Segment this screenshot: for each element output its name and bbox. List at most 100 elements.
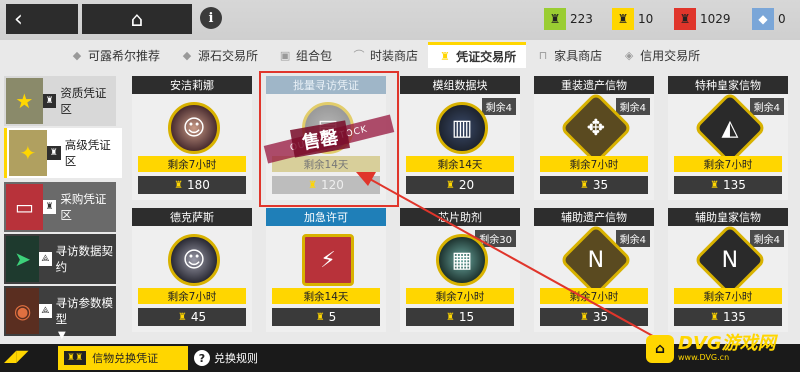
credit-icon: ♜ xyxy=(544,8,566,30)
currency-prime[interactable]: ◆ 0 xyxy=(752,6,786,32)
voucher-exchange-button[interactable]: ♜♜ 信物兑换凭证 xyxy=(58,346,188,370)
sidebar-item-qualified[interactable]: ★ ♜ 资质凭证区 xyxy=(4,76,116,126)
sidebar-item-purchase[interactable]: ▭ ♜ 采购凭证区 xyxy=(4,182,116,232)
stock-badge: 剩余4 xyxy=(481,98,516,115)
tab-bundle[interactable]: ▣ 组合包 xyxy=(268,42,342,68)
stock-badge: 剩余4 xyxy=(615,98,650,115)
package-icon: ▣ xyxy=(279,48,291,62)
voucher-icon: ♜ xyxy=(710,311,720,323)
prime-icon: ◆ xyxy=(752,8,774,30)
shop-card[interactable]: 加急许可 ⚡ 剩余14天 ♜ 5 xyxy=(266,208,386,332)
voucher-icon: ♜ xyxy=(579,179,589,191)
price-value: 35 xyxy=(592,178,609,192)
rules-button[interactable]: ? 兑换规则 xyxy=(194,347,258,369)
card-title: 安洁莉娜 xyxy=(132,76,252,94)
price: ♜ 180 xyxy=(138,176,246,194)
voucher-icon: ♜ xyxy=(579,311,589,323)
certificate-icon: ♜ xyxy=(46,146,61,160)
price-value: 20 xyxy=(458,178,475,192)
card-icon: ▭ xyxy=(6,184,43,230)
decoration-icon: ◢◤ xyxy=(4,346,29,365)
price-value: 180 xyxy=(187,178,210,192)
currency-gold[interactable]: ♜ 1029 xyxy=(674,6,731,32)
contract-icon: ⟁ xyxy=(39,252,52,266)
card-title: 重装遗产信物 xyxy=(534,76,654,94)
tab-label: 源石交易所 xyxy=(198,48,259,63)
price: ♜ 15 xyxy=(406,308,514,326)
card-title: 加急许可 xyxy=(266,208,386,226)
time-remaining: 剩余14天 xyxy=(272,288,380,304)
voucher-icon: ♜ xyxy=(445,311,455,323)
back-button[interactable]: ‹ xyxy=(6,4,78,34)
tab-label: 信用交易所 xyxy=(640,48,701,63)
sidebar-item-param-model[interactable]: ◉ ⟁ 寻访参数模型 xyxy=(4,286,116,336)
tab-outfit[interactable]: ⌒ 时装商店 xyxy=(342,42,428,68)
home-button[interactable]: ⌂ xyxy=(82,4,192,34)
gold-icon: ♜ xyxy=(674,8,696,30)
sidebar-item-label: 采购凭证区 xyxy=(60,192,107,222)
card-title: 芯片助剂 xyxy=(400,208,520,226)
model-icon: ◉ xyxy=(6,288,40,334)
shop-card[interactable]: 特种皇家信物 剩余4 ◭ 剩余7小时 ♜ 135 xyxy=(668,76,788,200)
shop-tabs: ◆ 可露希尔推荐 ◆ 源石交易所 ▣ 组合包 ⌒ 时装商店 ♜ 凭证交易所 ⊓ 家具商店 ◈… xyxy=(60,42,800,68)
sidebar-item-data-contract[interactable]: ➤ ⟁ 寻访数据契约 xyxy=(4,234,116,284)
watermark-text: DVG游戏网 xyxy=(678,333,776,354)
card-title: 辅助遗产信物 xyxy=(534,208,654,226)
tab-credit[interactable]: ◈ 信用交易所 xyxy=(612,42,710,68)
tab-certificate[interactable]: ♜ 凭证交易所 xyxy=(428,42,527,68)
price-value: 45 xyxy=(190,310,207,324)
card-title: 特种皇家信物 xyxy=(668,76,788,94)
time-remaining: 剩余7小时 xyxy=(674,156,782,172)
scroll-down-icon[interactable]: ▼ xyxy=(58,330,66,341)
time-remaining: 剩余7小时 xyxy=(138,156,246,172)
currency-value: 0 xyxy=(778,12,786,26)
watermark: ⌂ DVG游戏网 www.DVG.cn xyxy=(646,332,796,366)
shop-card[interactable]: 辅助皇家信物 剩余4 N 剩余7小时 ♜ 135 xyxy=(668,208,788,332)
sidebar-item-label: 资质凭证区 xyxy=(60,86,107,116)
expedite-icon: ⚡ xyxy=(302,234,354,286)
sidebar-item-advanced[interactable]: ✦ ♜ 高级凭证区 xyxy=(4,128,122,178)
currency-value: 10 xyxy=(638,12,654,26)
tab-furniture[interactable]: ⊓ 家具商店 xyxy=(526,42,612,68)
shop-card[interactable]: 模组数据块 剩余4 ▥ 剩余14天 ♜ 20 xyxy=(400,76,520,200)
tab-recommend[interactable]: ◆ 可露希尔推荐 xyxy=(60,42,170,68)
card-title: 德克萨斯 xyxy=(132,208,252,226)
voucher-icon: ♜ xyxy=(177,311,187,323)
time-remaining: 剩余14天 xyxy=(406,156,514,172)
shop-card[interactable]: 安洁莉娜 ☺ 剩余7小时 ♜ 180 xyxy=(132,76,252,200)
tab-originium[interactable]: ◆ 源石交易所 xyxy=(170,42,268,68)
sidebar-item-label: 寻访数据契约 xyxy=(55,244,114,274)
currency-credit[interactable]: ♜ 223 xyxy=(544,6,593,32)
certificate-icon: ♜ xyxy=(440,50,450,63)
stock-badge: 剩余4 xyxy=(615,230,650,247)
home-icon: ⌂ xyxy=(130,7,144,31)
shop-card[interactable]: 重装遗产信物 剩余4 ✥ 剩余7小时 ♜ 35 xyxy=(534,76,654,200)
voucher-icon: ♜ xyxy=(710,179,720,191)
price: ♜ 20 xyxy=(406,176,514,194)
certificate-icon: ♜ xyxy=(42,200,57,214)
price-value: 135 xyxy=(723,178,746,192)
currency-voucher[interactable]: ♜ 10 xyxy=(612,6,653,32)
voucher-icon: ♜ xyxy=(612,8,634,30)
portrait-icon: ☺ xyxy=(168,102,220,154)
price: ♜ 35 xyxy=(540,176,648,194)
price-value: 15 xyxy=(458,310,475,324)
time-remaining: 剩余7小时 xyxy=(406,288,514,304)
watermark-url: www.DVG.cn xyxy=(678,353,730,362)
star-icon: ★ xyxy=(6,78,43,124)
badge-icon: ✦ xyxy=(9,130,47,176)
currency-value: 1029 xyxy=(700,12,731,26)
hanger-icon: ⌒ xyxy=(353,49,365,62)
shop-card[interactable]: 辅助遗产信物 剩余4 N 剩余7小时 ♜ 35 xyxy=(534,208,654,332)
card-title: 辅助皇家信物 xyxy=(668,208,788,226)
shop-card[interactable]: 德克萨斯 ☺ 剩余7小时 ♜ 45 xyxy=(132,208,252,332)
price-value: 5 xyxy=(328,310,337,324)
sidebar-item-label: 高级凭证区 xyxy=(64,138,111,168)
chevron-left-icon: ‹ xyxy=(14,6,23,32)
price: ♜ 35 xyxy=(540,308,648,326)
shop-card[interactable]: 芯片助剂 剩余30 ▦ 剩余7小时 ♜ 15 xyxy=(400,208,520,332)
time-remaining: 剩余7小时 xyxy=(540,288,648,304)
info-button[interactable]: i xyxy=(200,7,222,29)
voucher-icon: ♜ xyxy=(315,311,325,323)
stock-badge: 剩余4 xyxy=(749,98,784,115)
